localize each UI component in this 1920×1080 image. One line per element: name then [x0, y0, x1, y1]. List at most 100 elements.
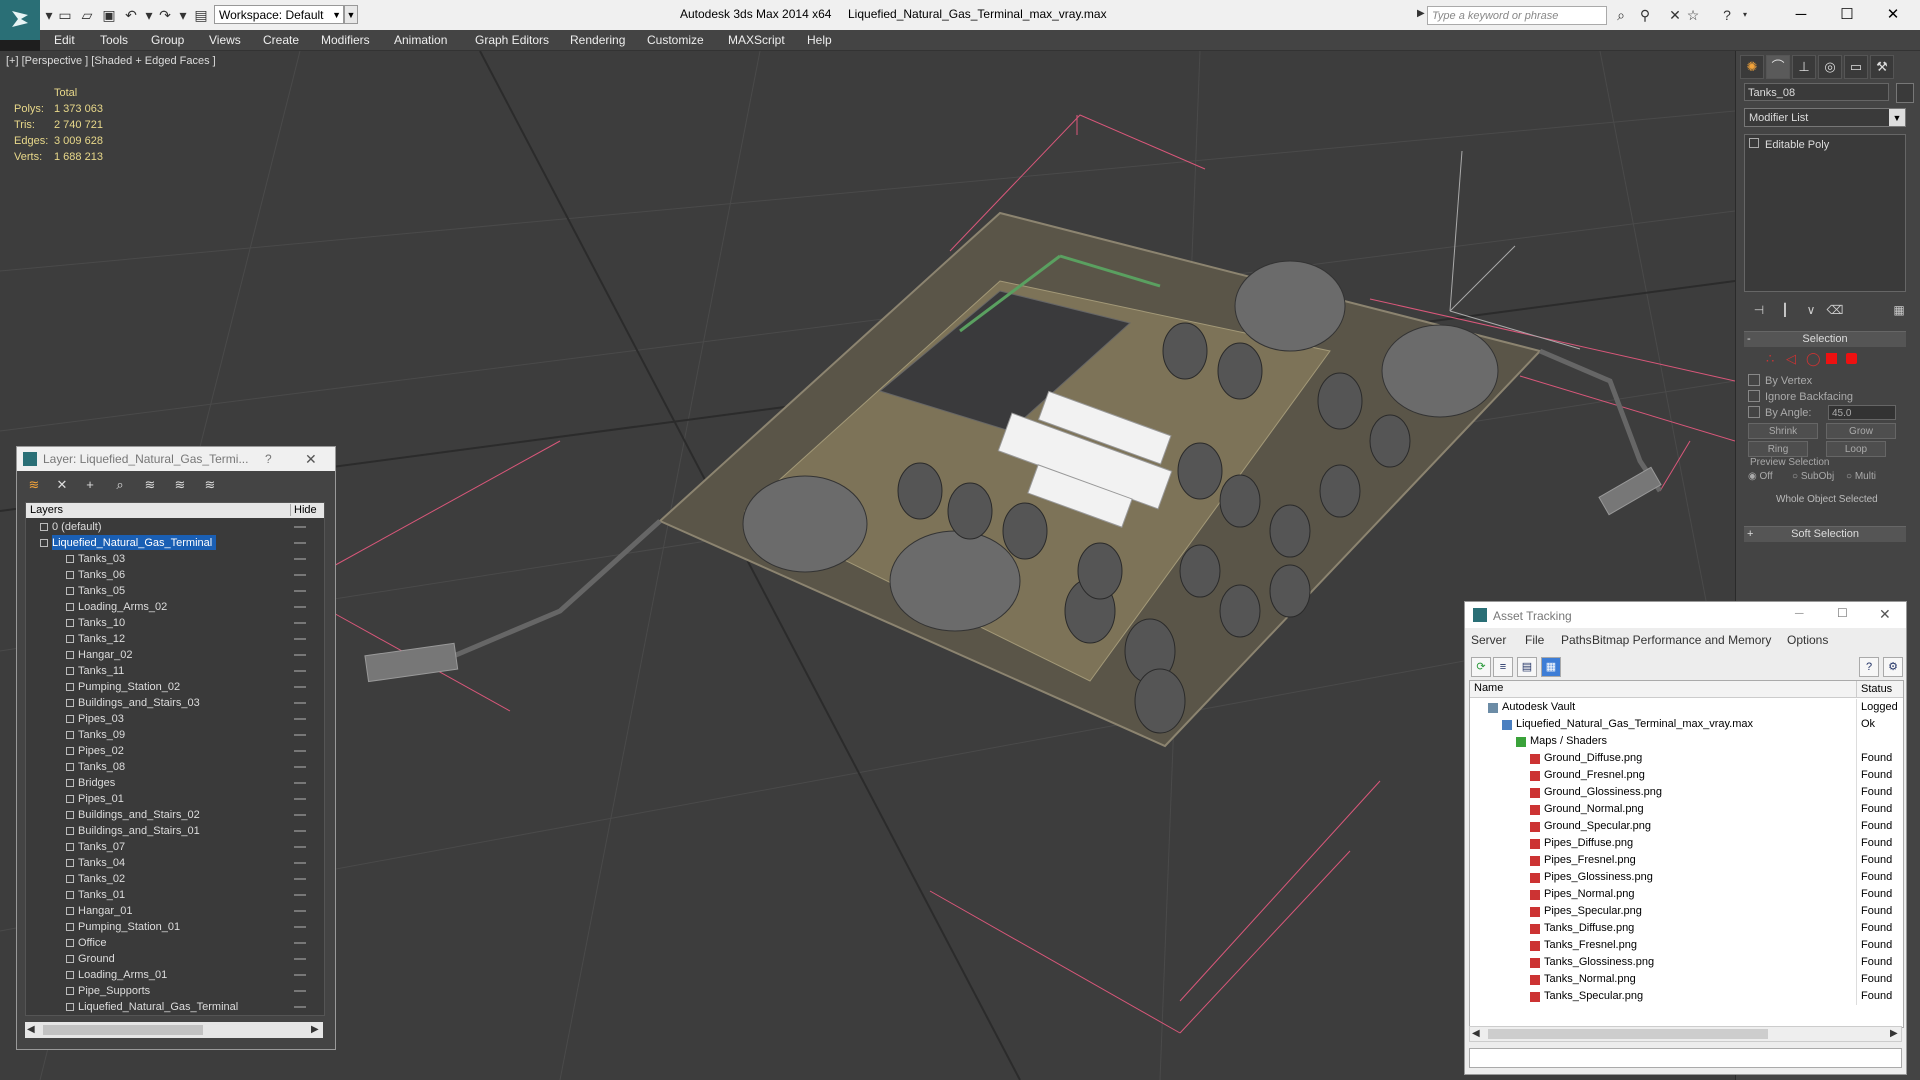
layer-row[interactable]: Tanks_05 [26, 583, 324, 599]
asset-row[interactable]: Pipes_Normal.png Found [1470, 886, 1903, 903]
asset-row[interactable]: Tanks_Normal.png Found [1470, 971, 1903, 988]
hide-toggle[interactable] [294, 622, 306, 624]
layer-row[interactable]: Ground [26, 951, 324, 967]
asset-row[interactable]: Pipes_Fresnel.png Found [1470, 852, 1903, 869]
asset-row[interactable]: Ground_Fresnel.png Found [1470, 767, 1903, 784]
hide-toggle[interactable] [294, 958, 306, 960]
scroll-thumb[interactable] [1488, 1029, 1768, 1039]
hide-toggle[interactable] [294, 718, 306, 720]
layer-row[interactable]: Pipe_Supports [26, 983, 324, 999]
layer-row[interactable]: Tanks_08 [26, 759, 324, 775]
stack-item-editable-poly[interactable]: Editable Poly [1749, 138, 1829, 151]
asset-row[interactable]: Liquefied_Natural_Gas_Terminal_max_vray.… [1470, 716, 1903, 733]
hide-all-layers-icon[interactable]: ≋ [171, 476, 189, 494]
viewport-label[interactable]: [+] [Perspective ] [Shaded + Edged Faces… [6, 55, 216, 67]
hide-toggle[interactable] [294, 686, 306, 688]
layer-row[interactable]: Tanks_11 [26, 663, 324, 679]
table-view-icon[interactable]: ▦ [1541, 657, 1561, 677]
hide-toggle[interactable] [294, 862, 306, 864]
asset-menu-options[interactable]: Options [1787, 633, 1828, 647]
undo-icon[interactable]: ↶ [122, 6, 140, 24]
hide-toggle[interactable] [294, 878, 306, 880]
layer-row[interactable]: Tanks_09 [26, 727, 324, 743]
layer-row[interactable]: Loading_Arms_01 [26, 967, 324, 983]
selection-rollout-header[interactable]: - Selection [1744, 331, 1906, 347]
close-button[interactable]: ✕ [1878, 4, 1908, 26]
asset-row[interactable]: Ground_Normal.png Found [1470, 801, 1903, 818]
layer-row[interactable]: Tanks_12 [26, 631, 324, 647]
motion-tab-icon[interactable]: ◎ [1818, 55, 1842, 79]
layer-row[interactable]: Loading_Arms_02 [26, 599, 324, 615]
favorites-star-icon[interactable]: ☆ [1684, 6, 1702, 24]
hide-toggle[interactable] [294, 574, 306, 576]
app-logo-icon[interactable] [0, 0, 40, 40]
layer-row[interactable]: Hangar_02 [26, 647, 324, 663]
menu-create[interactable]: Create [263, 33, 299, 47]
menu-customize[interactable]: Customize [647, 33, 704, 47]
remove-modifier-icon[interactable]: ⌫ [1826, 301, 1844, 319]
hide-toggle[interactable] [294, 910, 306, 912]
soft-selection-rollout-header[interactable]: + Soft Selection [1744, 526, 1906, 542]
redo-dropdown-icon[interactable]: ▾ [174, 6, 192, 24]
maximize-button[interactable]: ☐ [1837, 606, 1848, 620]
hide-toggle[interactable] [294, 1006, 306, 1008]
hide-toggle[interactable] [294, 942, 306, 944]
preview-subobj-radio[interactable]: ○ SubObj [1792, 471, 1834, 482]
help-settings-icon[interactable]: ⚙ [1883, 657, 1903, 677]
asset-row[interactable]: Pipes_Diffuse.png Found [1470, 835, 1903, 852]
layer-row[interactable]: Tanks_01 [26, 887, 324, 903]
help-icon[interactable]: ? [265, 452, 272, 466]
layer-row[interactable]: Buildings_and_Stairs_01 [26, 823, 324, 839]
layer-row[interactable]: Tanks_10 [26, 615, 324, 631]
asset-row[interactable]: Tanks_Specular.png Found [1470, 988, 1903, 1005]
layer-row[interactable]: Buildings_and_Stairs_03 [26, 695, 324, 711]
highlight-layer-icon[interactable]: ≋ [141, 476, 159, 494]
add-to-layer-icon[interactable]: + [81, 476, 99, 494]
asset-row[interactable]: Tanks_Fresnel.png Found [1470, 937, 1903, 954]
ignore-backfacing-checkbox[interactable]: Ignore Backfacing [1748, 390, 1853, 403]
layer-row[interactable]: Pumping_Station_01 [26, 919, 324, 935]
layer-row[interactable]: 0 (default) [26, 519, 324, 535]
menu-modifiers[interactable]: Modifiers [321, 33, 370, 47]
menu-views[interactable]: Views [209, 33, 241, 47]
hide-toggle[interactable] [294, 734, 306, 736]
save-file-icon[interactable]: ▣ [100, 6, 118, 24]
polygon-mode-icon[interactable] [1826, 353, 1837, 364]
layer-explorer-titlebar[interactable]: Layer: Liquefied_Natural_Gas_Termi... ? … [17, 447, 335, 471]
asset-row[interactable]: Pipes_Glossiness.png Found [1470, 869, 1903, 886]
layer-row[interactable]: Pumping_Station_02 [26, 679, 324, 695]
hide-toggle[interactable] [294, 670, 306, 672]
layer-row[interactable]: Bridges [26, 775, 324, 791]
configure-modifier-sets-icon[interactable]: ▦ [1890, 301, 1908, 319]
asset-menu-paths[interactable]: Paths [1561, 633, 1592, 647]
new-file-icon[interactable]: ▭ [56, 6, 74, 24]
vertex-mode-icon[interactable]: ∴ [1766, 351, 1774, 367]
hide-toggle[interactable] [294, 814, 306, 816]
horizontal-scrollbar[interactable]: ◀ ▶ [1469, 1026, 1902, 1042]
hide-toggle[interactable] [294, 974, 306, 976]
menu-rendering[interactable]: Rendering [570, 33, 625, 47]
layer-row[interactable]: Tanks_06 [26, 567, 324, 583]
hide-toggle[interactable] [294, 766, 306, 768]
angle-spinner[interactable]: 45.0 [1828, 405, 1896, 420]
asset-row[interactable]: Tanks_Glossiness.png Found [1470, 954, 1903, 971]
layer-row[interactable]: Office [26, 935, 324, 951]
scroll-left-icon[interactable]: ◀ [1472, 1028, 1480, 1039]
hide-toggle[interactable] [294, 830, 306, 832]
delete-layer-icon[interactable]: ✕ [53, 476, 71, 494]
asset-path-field[interactable] [1469, 1048, 1902, 1068]
help-icon[interactable]: ? [1859, 657, 1879, 677]
menu-graph-editors[interactable]: Graph Editors [475, 33, 549, 47]
utilities-tab-icon[interactable]: ⚒ [1870, 55, 1894, 79]
transform-gizmo[interactable] [1449, 150, 1581, 350]
hide-toggle[interactable] [294, 894, 306, 896]
create-tab-icon[interactable]: ✺ [1740, 55, 1764, 79]
hide-toggle[interactable] [294, 606, 306, 608]
refresh-icon[interactable]: ⟳ [1471, 657, 1491, 677]
border-mode-icon[interactable]: ◯ [1806, 351, 1821, 367]
shrink-button[interactable]: Shrink [1748, 423, 1818, 439]
preview-multi-radio[interactable]: ○ Multi [1846, 471, 1876, 482]
help-dropdown-icon[interactable]: ▾ [1736, 6, 1754, 24]
layer-row[interactable]: Buildings_and_Stairs_02 [26, 807, 324, 823]
asset-menu-file[interactable]: File [1525, 633, 1544, 647]
